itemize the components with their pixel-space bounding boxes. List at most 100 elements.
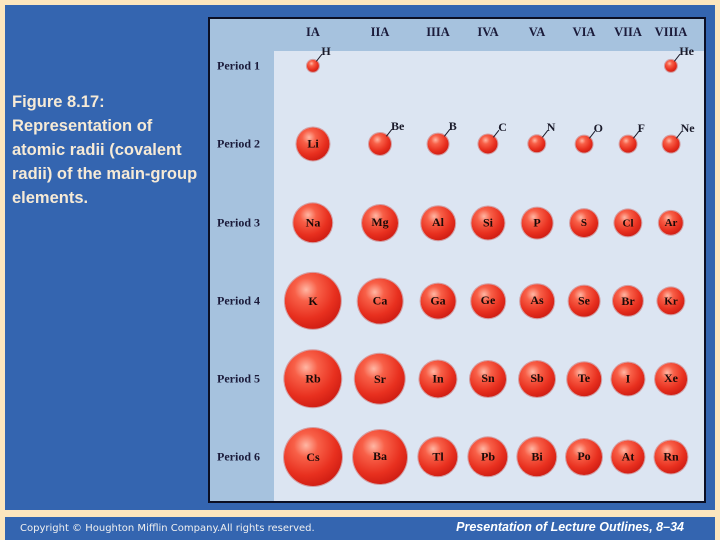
atom-sr: Sr [354, 353, 406, 405]
element-symbol: At [621, 449, 635, 464]
element-symbol: Sn [481, 371, 495, 386]
element-symbol: Ca [372, 293, 388, 308]
element-symbol: Te [577, 371, 591, 386]
element-symbol-ne: Ne [680, 120, 695, 135]
atom-tl: Tl [418, 437, 458, 477]
atom-al: Al [421, 206, 455, 240]
atom-as: As [520, 284, 554, 318]
element-symbol: Tl [432, 449, 444, 464]
element-symbol: Rb [305, 371, 321, 386]
atom-n [528, 135, 546, 153]
period-label-column [210, 19, 274, 501]
atom-k: K [284, 272, 342, 330]
atom-rb: Rb [284, 350, 342, 408]
atomic-radii-figure: IA IIA IIIA IVA VA VIA VIIA VIIIA Period 1 Perio… [208, 17, 706, 503]
element-symbol: As [530, 293, 544, 308]
atom-cl: Cl [614, 209, 642, 237]
atom-cs: Cs [284, 428, 342, 486]
atom-be [368, 132, 392, 156]
group-label-iiia: IIIA [426, 25, 450, 39]
element-symbol: I [625, 371, 631, 386]
period-label-4: Period 4 [217, 293, 260, 308]
atom-he [664, 59, 678, 73]
atom-in: In [419, 360, 457, 398]
element-symbol: Rn [663, 449, 679, 464]
copyright-notice: Copyright © Houghton Mifflin Company.All… [20, 523, 315, 534]
period-label-5: Period 5 [217, 371, 260, 386]
group-label-viiia: VIIIA [654, 25, 688, 39]
element-symbol-he: He [679, 44, 695, 59]
element-symbol: Pb [480, 449, 495, 464]
atom-po: Po [566, 439, 602, 475]
atom-i: I [611, 362, 645, 396]
element-symbol: Bi [531, 449, 543, 464]
element-symbol: Cs [306, 449, 320, 464]
atom-ga: Ga [420, 283, 456, 319]
atom-pb: Pb [468, 437, 508, 477]
element-symbol: K [308, 293, 318, 308]
element-symbol: Mg [371, 215, 389, 230]
group-label-viia: VIIA [614, 25, 642, 39]
atom-rn: Rn [654, 440, 688, 474]
element-symbol-be: Be [391, 118, 405, 133]
element-symbol-b: B [448, 119, 457, 134]
element-symbol: Ar [664, 216, 678, 229]
group-label-iva: IVA [477, 25, 499, 39]
atom-b [427, 133, 449, 155]
element-symbol: Sr [373, 371, 386, 386]
element-symbol-n: N [546, 120, 556, 135]
atom-se: Se [568, 285, 600, 317]
element-symbol: P [533, 215, 541, 230]
atom-ba: Ba [353, 430, 407, 484]
element-symbol-o: O [593, 120, 603, 135]
atom-br: Br [612, 285, 644, 317]
atom-bi: Bi [517, 437, 557, 477]
element-symbol: Li [307, 136, 319, 151]
element-symbol: S [580, 216, 588, 229]
atom-s: S [570, 209, 598, 237]
atom-ca: Ca [357, 278, 403, 324]
atom-kr: Kr [657, 287, 685, 315]
atom-te: Te [567, 362, 601, 396]
element-symbol-h: H [321, 44, 331, 59]
group-label-via: VIA [572, 25, 596, 39]
element-symbol: Ge [480, 293, 496, 308]
element-symbol-c: C [498, 119, 507, 134]
atom-sb: Sb [519, 361, 555, 397]
atom-li: Li [296, 127, 330, 161]
element-symbol-f: F [637, 120, 645, 135]
atom-mg: Mg [362, 205, 398, 241]
element-symbol: Br [621, 293, 635, 308]
atom-c [478, 134, 498, 154]
atom-xe: Xe [655, 363, 687, 395]
atom-at: At [611, 440, 645, 474]
element-symbol: In [432, 371, 444, 386]
element-symbol: Na [305, 215, 321, 230]
element-symbol: Se [577, 293, 590, 308]
atom-sn: Sn [470, 361, 506, 397]
element-symbol: Ba [372, 449, 387, 464]
element-symbol: Si [482, 215, 494, 230]
period-label-3: Period 3 [217, 215, 260, 230]
element-symbol: Kr [664, 295, 678, 307]
element-symbol: Cl [622, 217, 634, 229]
period-label-6: Period 6 [217, 449, 260, 464]
period-label-1: Period 1 [217, 58, 260, 73]
group-label-va: VA [528, 25, 546, 39]
element-symbol: Al [432, 215, 444, 230]
element-symbol: Xe [663, 371, 678, 386]
atom-p: P [521, 207, 553, 239]
atom-ar: Ar [658, 210, 684, 236]
element-symbol: Po [577, 449, 591, 464]
atom-ge: Ge [471, 284, 505, 318]
period-label-2: Period 2 [217, 136, 260, 151]
figure-caption: Figure 8.17: Representation of atomic ra… [12, 93, 198, 207]
group-label-ia: IA [306, 25, 320, 39]
atom-si: Si [471, 206, 505, 240]
element-symbol: Ga [430, 293, 446, 308]
group-label-iia: IIA [370, 25, 390, 39]
atom-h [306, 59, 320, 73]
slide-reference: Presentation of Lecture Outlines, 8–34 [456, 520, 684, 534]
atom-na: Na [293, 203, 333, 243]
element-symbol: Sb [530, 371, 544, 386]
